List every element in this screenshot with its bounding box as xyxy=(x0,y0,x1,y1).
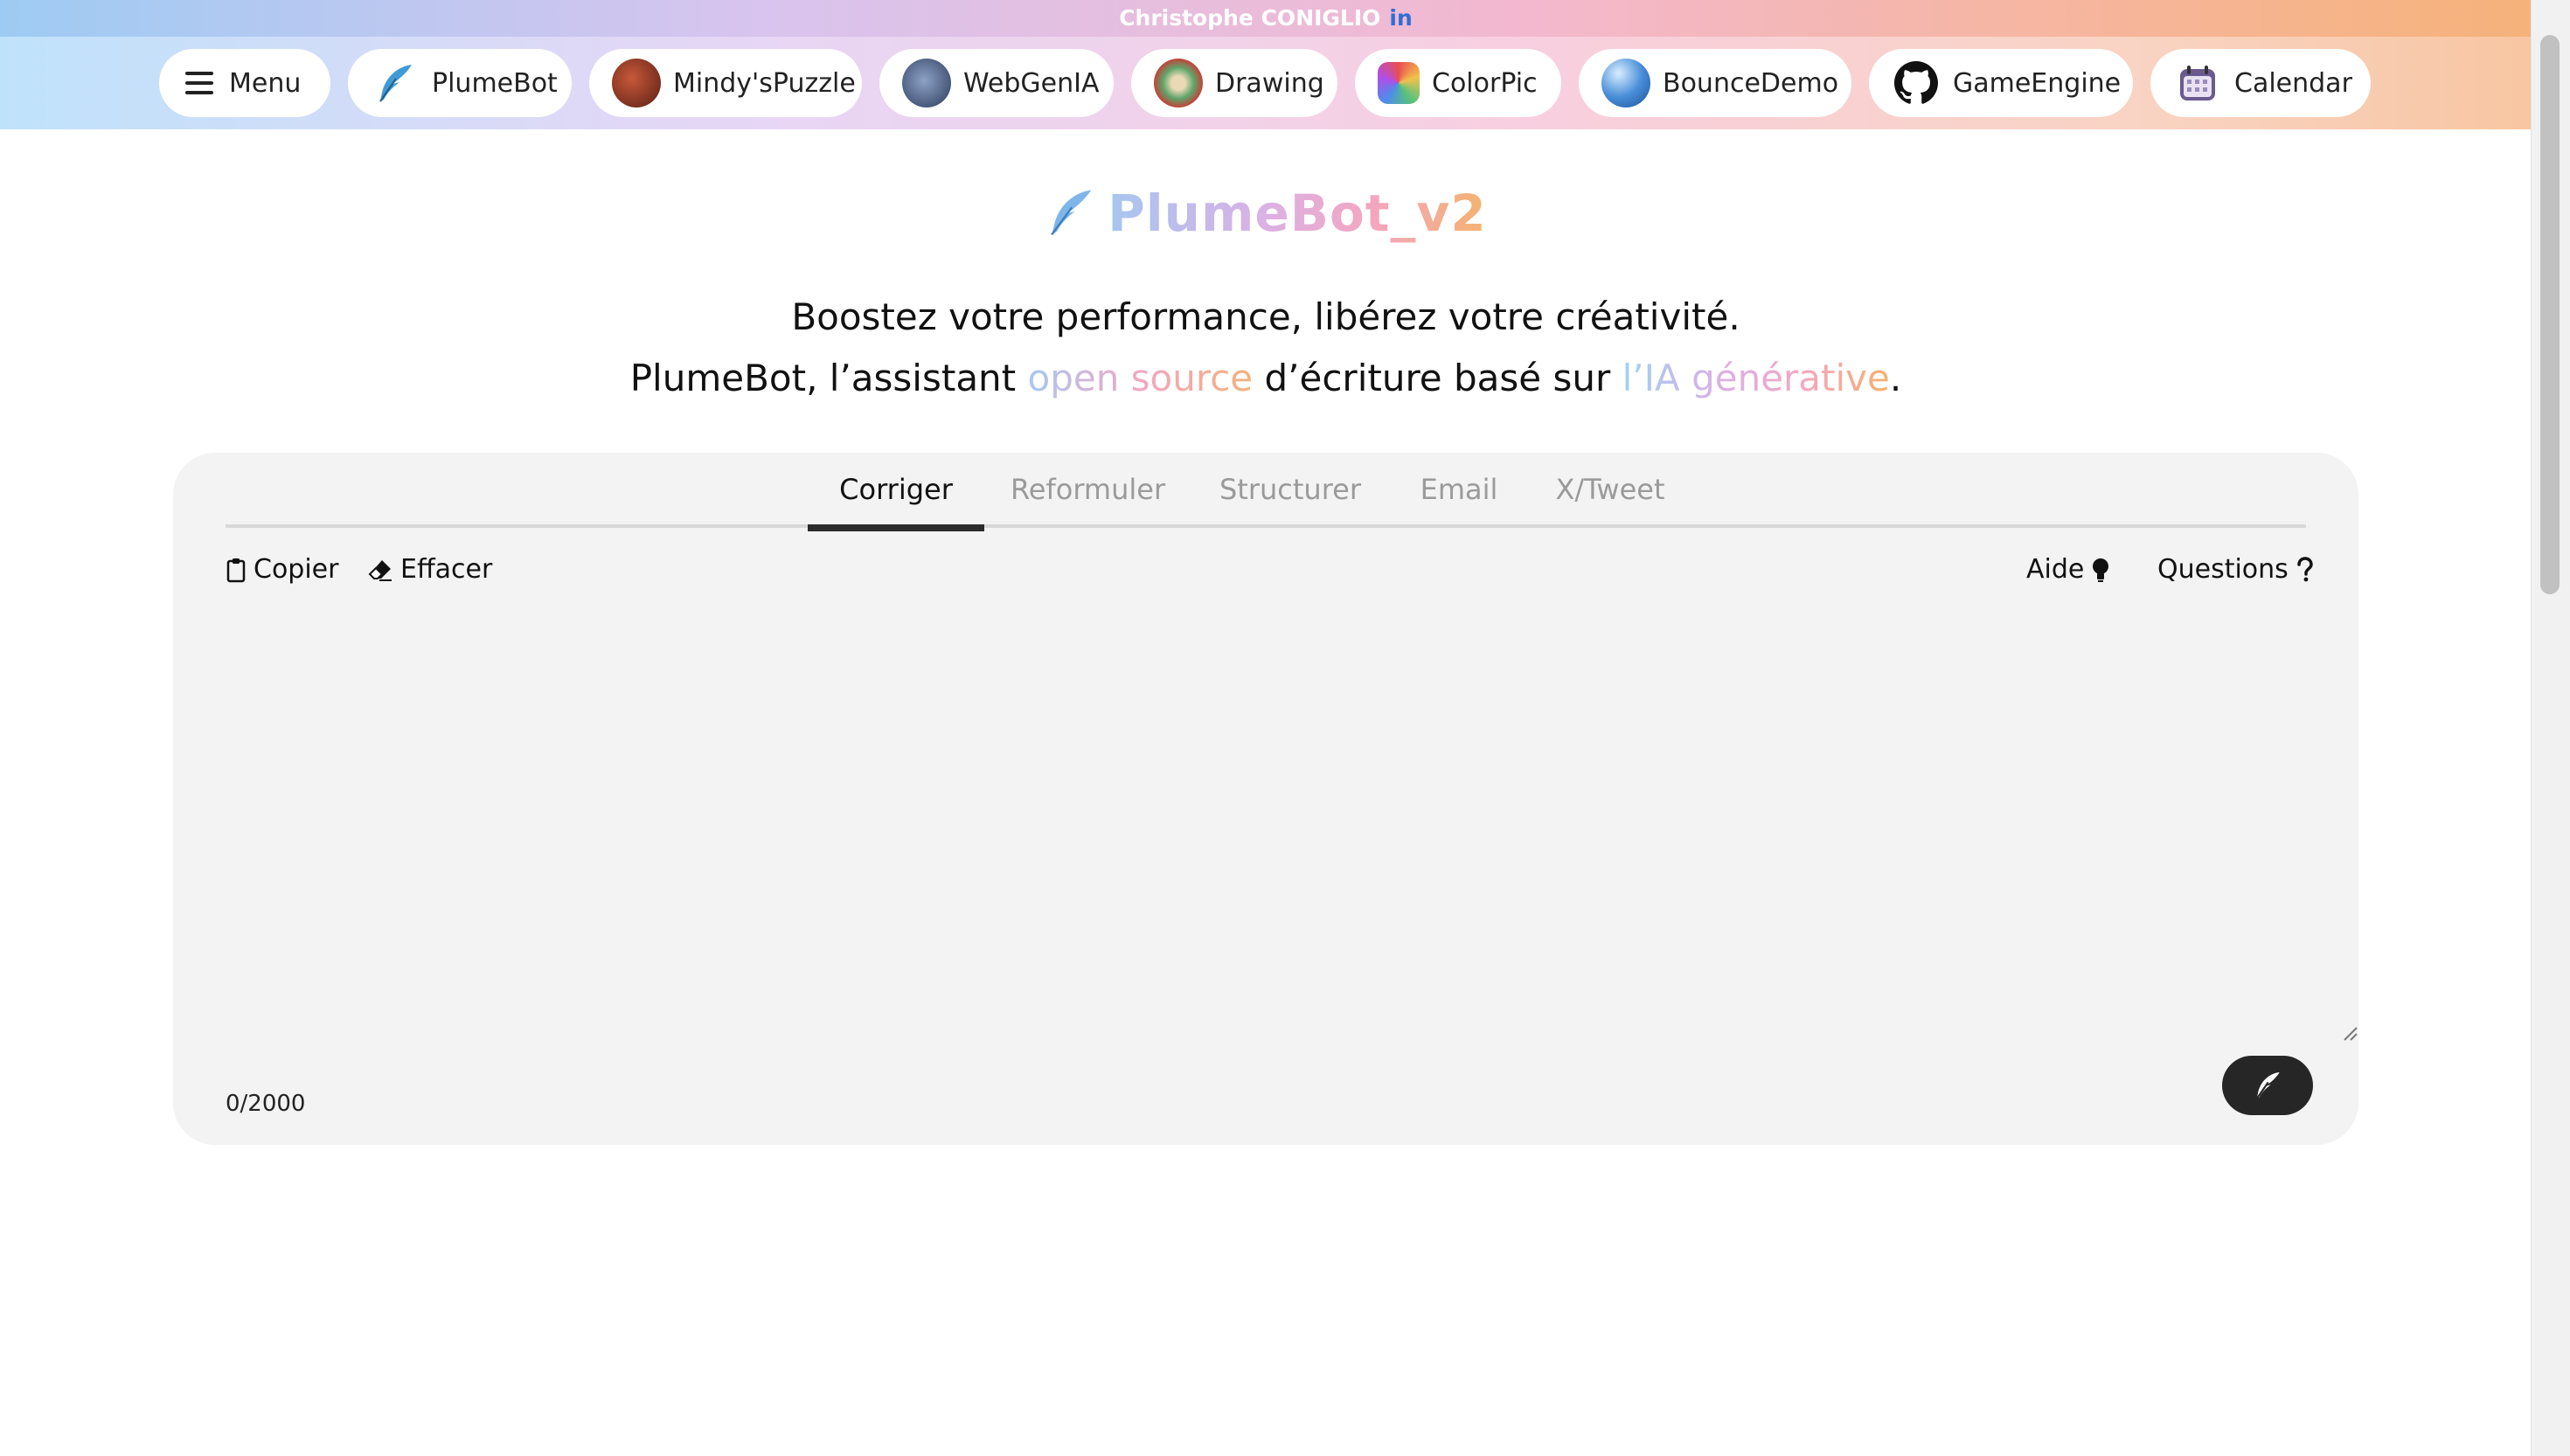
tagline-secondary: PlumeBot, l’assistant open source d’écri… xyxy=(0,357,2532,399)
nav-label-colorpic: ColorPic xyxy=(1432,67,1538,99)
text-input[interactable] xyxy=(226,601,2310,1042)
colorpic-icon xyxy=(1378,62,1420,104)
questions-label: Questions xyxy=(2157,554,2289,585)
clear-button[interactable]: Effacer xyxy=(367,554,492,585)
feather-icon xyxy=(371,59,420,107)
nav-label-mindys-puzzle: Mindy'sPuzzle xyxy=(673,67,856,99)
feather-logo-icon xyxy=(1051,190,1092,236)
nav-label-plumebot: PlumeBot xyxy=(432,67,558,99)
page-title: PlumeBot_v2 xyxy=(0,184,2532,243)
tagline-part: . xyxy=(1889,357,1902,399)
nav-item-drawing[interactable]: Drawing xyxy=(1131,49,1337,117)
nav-label-drawing: Drawing xyxy=(1215,67,1324,99)
linkedin-link[interactable]: in xyxy=(1389,5,1412,31)
nav-item-webgenia[interactable]: WebGenIA xyxy=(879,49,1114,117)
editor-card: Corriger Reformuler Structurer Email X/T… xyxy=(173,453,2358,1145)
nav-label-gameengine: GameEngine xyxy=(1953,67,2122,99)
menu-label: Menu xyxy=(229,67,302,99)
char-counter: 0/2000 xyxy=(226,1091,306,1117)
ball-icon xyxy=(1601,59,1650,107)
help-label: Aide xyxy=(2026,554,2085,585)
eraser-icon xyxy=(368,559,392,581)
nav-item-plumebot[interactable]: PlumeBot xyxy=(348,49,572,117)
resize-handle-icon[interactable] xyxy=(2341,1024,2358,1042)
tab-email[interactable]: Email xyxy=(1416,470,1502,524)
question-mark-icon xyxy=(2297,556,2313,581)
tab-x-tweet[interactable]: X/Tweet xyxy=(1551,470,1670,524)
author-name[interactable]: Christophe CONIGLIO xyxy=(1119,5,1380,31)
tab-corriger[interactable]: Corriger xyxy=(808,470,984,531)
nav-label-calendar: Calendar xyxy=(2234,67,2352,99)
tab-structurer[interactable]: Structurer xyxy=(1217,470,1364,524)
questions-button[interactable]: Questions xyxy=(2157,554,2315,585)
menu-button[interactable]: Menu xyxy=(159,49,330,117)
tagline-part: d’écriture basé sur xyxy=(1253,357,1622,399)
scrollbar-thumb[interactable] xyxy=(2540,35,2560,594)
webgen-icon xyxy=(902,59,951,107)
clipboard-icon xyxy=(226,558,246,582)
tagline-part: PlumeBot, l’assistant xyxy=(629,357,1028,399)
nav-label-webgenia: WebGenIA xyxy=(963,67,1100,99)
mode-tabs: Corriger Reformuler Structurer Email X/T… xyxy=(226,453,2306,531)
lightbulb-icon xyxy=(2093,558,2109,582)
puzzle-icon xyxy=(612,59,661,107)
tagline-ia-generative: l’IA générative xyxy=(1622,357,1890,399)
github-icon xyxy=(1892,59,1941,107)
nav-item-calendar[interactable]: Calendar xyxy=(2150,49,2371,117)
tab-reformuler[interactable]: Reformuler xyxy=(1011,470,1165,524)
app-title: PlumeBot_v2 xyxy=(1108,184,1487,243)
nav-item-bouncedemo[interactable]: BounceDemo xyxy=(1579,49,1851,117)
drawing-icon xyxy=(1154,59,1203,107)
tagline-primary: Boostez votre performance, libérez votre… xyxy=(791,295,1740,338)
author-banner: Christophe CONIGLIO in xyxy=(0,0,2532,37)
feather-icon xyxy=(2255,1071,2280,1099)
nav-item-gameengine[interactable]: GameEngine xyxy=(1869,49,2133,117)
help-button[interactable]: Aide xyxy=(2026,554,2110,585)
nav-item-mindys-puzzle[interactable]: Mindy'sPuzzle xyxy=(589,49,862,117)
calendar-icon xyxy=(2173,59,2222,107)
tagline-open-source: open source xyxy=(1027,357,1254,399)
app-navbar: Menu PlumeBot Mindy'sPuzzle WebGenIA Dra… xyxy=(0,37,2532,129)
clear-label: Effacer xyxy=(400,554,493,585)
copy-button[interactable]: Copier xyxy=(226,554,338,585)
nav-label-bouncedemo: BounceDemo xyxy=(1663,67,1839,99)
nav-item-colorpic[interactable]: ColorPic xyxy=(1355,49,1561,117)
page-scrollbar[interactable] xyxy=(2531,0,2570,1456)
hamburger-icon xyxy=(182,66,217,101)
copy-label: Copier xyxy=(254,554,339,585)
submit-button[interactable] xyxy=(2222,1056,2313,1115)
